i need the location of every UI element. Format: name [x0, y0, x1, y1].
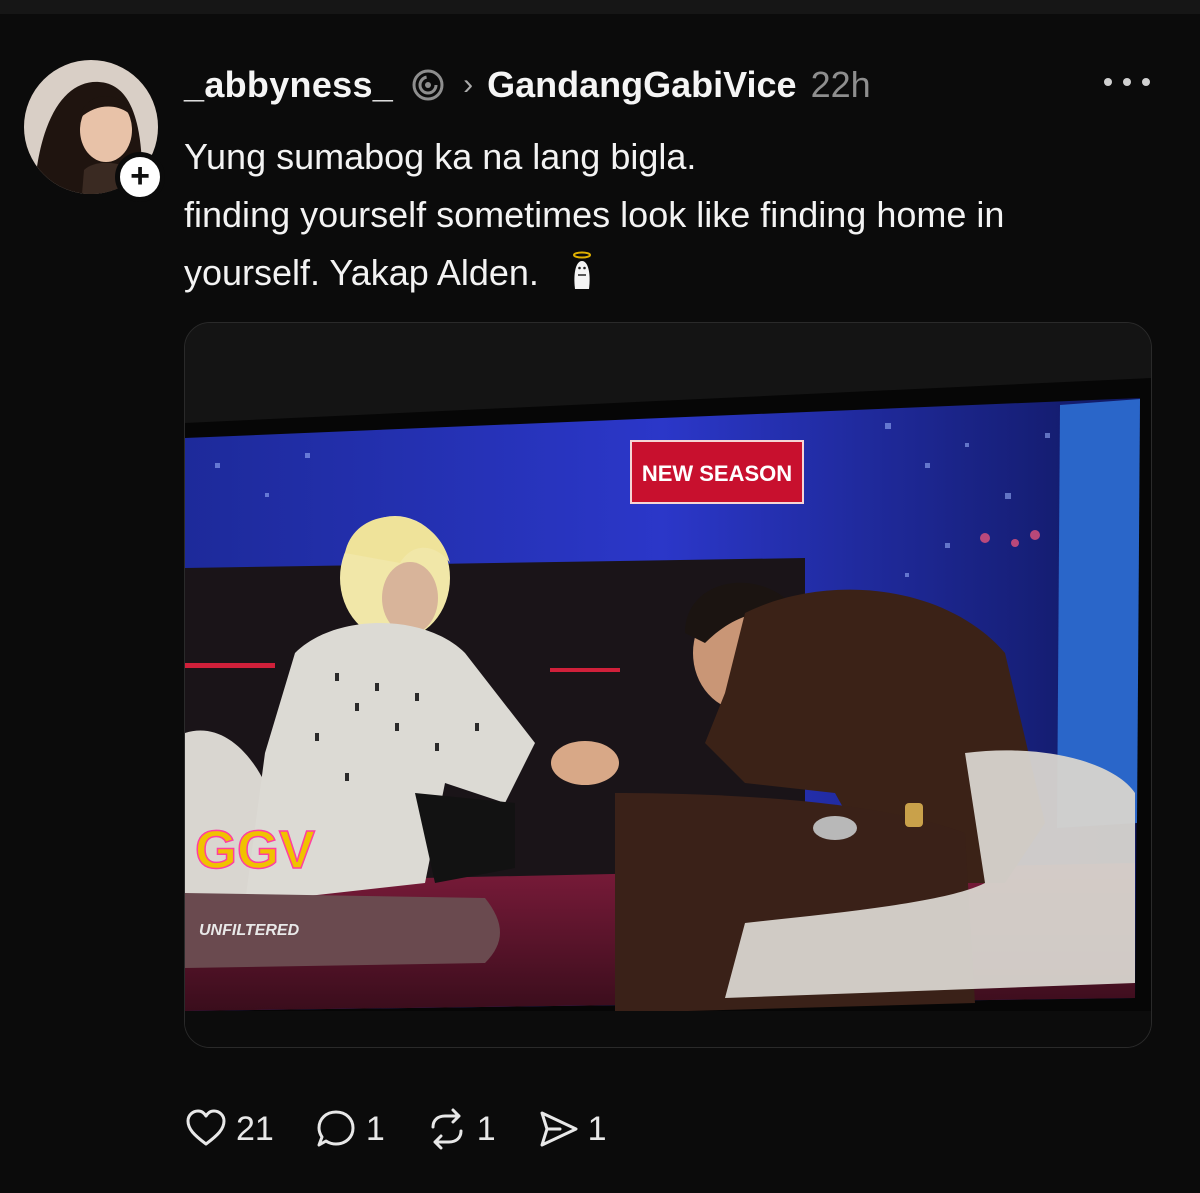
- post-header: _abbyness_ › GandangGabiVice 22h: [184, 60, 871, 110]
- angel-emoji-icon: [572, 251, 591, 289]
- share-icon: [540, 1111, 578, 1147]
- threads-icon: [412, 69, 444, 101]
- post-image[interactable]: NEW SEASON GGV UNFILTERED: [184, 322, 1152, 1048]
- share-count: 1: [587, 1109, 607, 1148]
- heart-icon: [186, 1109, 226, 1146]
- chevron-right-icon: ›: [463, 68, 474, 101]
- share-button[interactable]: 1: [536, 1107, 607, 1151]
- tv-screen-photo: NEW SEASON GGV UNFILTERED: [185, 323, 1151, 1047]
- repost-icon: [431, 1108, 463, 1150]
- like-button[interactable]: 21: [184, 1107, 274, 1151]
- follow-button[interactable]: +: [115, 152, 165, 202]
- action-bar: 21 1 1 1: [184, 1104, 647, 1154]
- post-line-2: finding yourself sometimes look like fin…: [184, 194, 1005, 235]
- comment-icon: [317, 1110, 355, 1147]
- top-divider: [0, 0, 1200, 14]
- new-season-sign: NEW SEASON: [642, 461, 792, 486]
- post-line-3-text: yourself. Yakap Alden.: [184, 252, 539, 293]
- like-count: 21: [236, 1109, 274, 1148]
- repost-button[interactable]: 1: [425, 1107, 496, 1151]
- community-name[interactable]: GandangGabiVice: [487, 64, 796, 106]
- username[interactable]: _abbyness_: [184, 64, 393, 106]
- ggv-logo-sub: UNFILTERED: [199, 922, 300, 939]
- post-text: Yung sumabog ka na lang bigla. finding y…: [184, 128, 1174, 302]
- post-time: 22h: [810, 64, 871, 105]
- reply-button[interactable]: 1: [314, 1107, 385, 1151]
- post-line-1: Yung sumabog ka na lang bigla.: [184, 136, 697, 177]
- reply-count: 1: [365, 1109, 385, 1148]
- repost-count: 1: [476, 1109, 496, 1148]
- more-icon[interactable]: [1104, 72, 1150, 92]
- ggv-logo: GGV: [195, 820, 315, 880]
- post-line-3: yourself. Yakap Alden.: [184, 244, 1174, 302]
